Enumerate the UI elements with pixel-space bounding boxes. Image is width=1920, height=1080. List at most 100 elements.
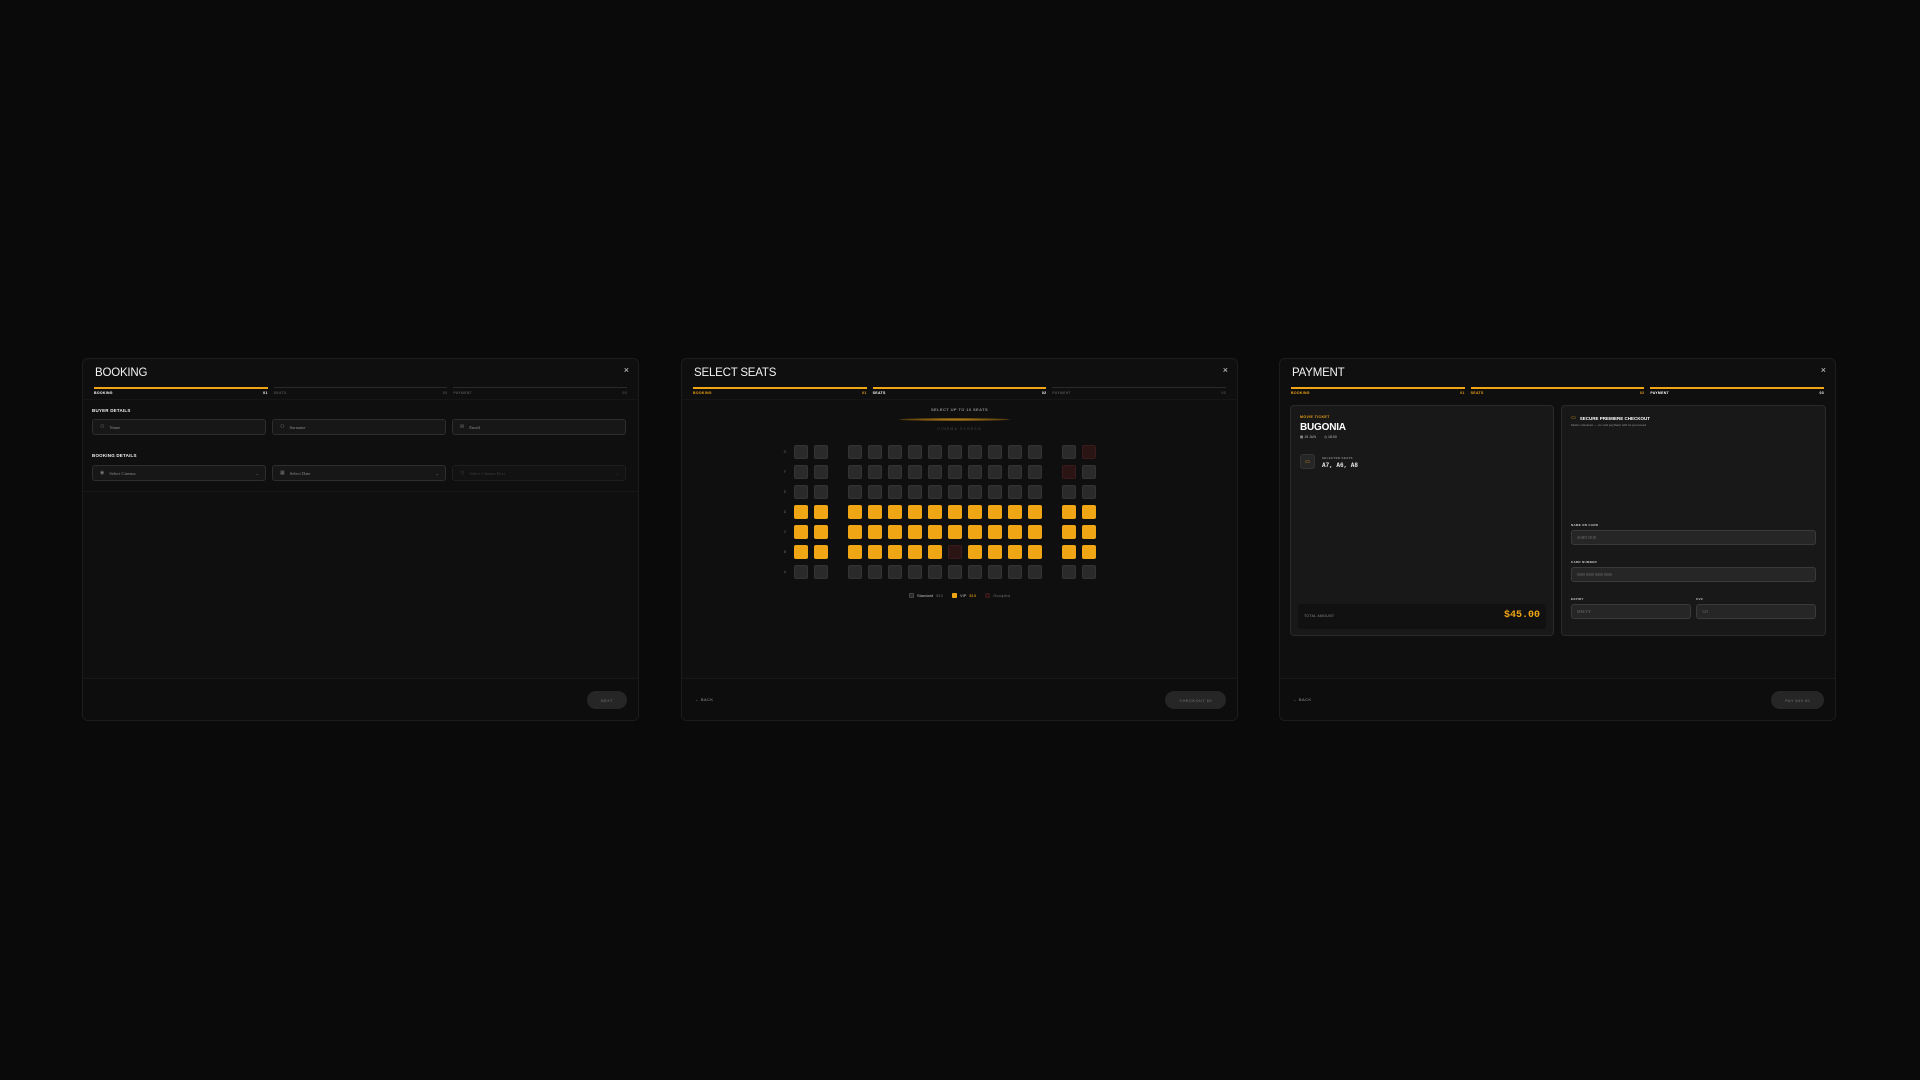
seat-vip[interactable] [1062,545,1076,559]
seat-vip[interactable] [1082,525,1096,539]
seat-standard[interactable] [848,485,862,499]
seat-standard[interactable] [794,485,808,499]
seat-vip[interactable] [968,505,982,519]
seat-standard[interactable] [1028,565,1042,579]
seat-standard[interactable] [848,465,862,479]
seat-standard[interactable] [1008,465,1022,479]
seat-standard[interactable] [1028,465,1042,479]
seat-standard[interactable] [888,445,902,459]
seat-standard[interactable] [1082,485,1096,499]
seat-vip[interactable] [868,545,882,559]
seat-vip[interactable] [928,525,942,539]
seat-standard[interactable] [988,485,1002,499]
seat-vip[interactable] [1028,525,1042,539]
cinema-select[interactable]: ◉ Select Cinema ⌄ [92,465,266,481]
seat-standard[interactable] [908,465,922,479]
seat-standard[interactable] [1028,485,1042,499]
seat-vip[interactable] [1082,545,1096,559]
seat-vip[interactable] [814,525,828,539]
seat-vip[interactable] [988,545,1002,559]
seat-standard[interactable] [1028,445,1042,459]
seat-vip[interactable] [988,505,1002,519]
seat-standard[interactable] [1062,565,1076,579]
seat-vip[interactable] [868,525,882,539]
seat-standard[interactable] [988,565,1002,579]
seat-standard[interactable] [988,465,1002,479]
seat-vip[interactable] [848,545,862,559]
seat-vip[interactable] [888,525,902,539]
seat-vip[interactable] [814,505,828,519]
next-button[interactable]: NEXT [586,691,627,709]
seat-vip[interactable] [928,505,942,519]
seat-vip[interactable] [1028,505,1042,519]
seat-vip[interactable] [948,505,962,519]
seat-standard[interactable] [1062,485,1076,499]
seat-standard[interactable] [908,565,922,579]
close-icon[interactable]: × [1223,366,1228,375]
seat-vip[interactable] [1008,545,1022,559]
seat-vip[interactable] [908,525,922,539]
date-select[interactable]: ▦ Select Date ⌄ [272,465,446,481]
seat-standard[interactable] [1082,565,1096,579]
seat-standard[interactable] [848,445,862,459]
expiry-input[interactable]: MM/YY [1571,604,1691,619]
seat-vip[interactable] [848,505,862,519]
seat-standard[interactable] [948,565,962,579]
seat-vip[interactable] [1028,545,1042,559]
seat-standard[interactable] [868,485,882,499]
seat-vip[interactable] [1008,525,1022,539]
seat-vip[interactable] [908,505,922,519]
seat-vip[interactable] [1008,505,1022,519]
seat-standard[interactable] [814,445,828,459]
seat-standard[interactable] [1008,485,1022,499]
seat-standard[interactable] [928,465,942,479]
seat-vip[interactable] [988,525,1002,539]
seat-standard[interactable] [968,445,982,459]
seat-standard[interactable] [1082,465,1096,479]
seat-standard[interactable] [908,485,922,499]
seat-standard[interactable] [928,565,942,579]
pay-button[interactable]: PAY $45.00 [1771,691,1824,709]
seat-vip[interactable] [928,545,942,559]
seat-standard[interactable] [988,445,1002,459]
seat-standard[interactable] [888,485,902,499]
close-icon[interactable]: × [1821,366,1826,375]
seat-vip[interactable] [848,525,862,539]
seat-standard[interactable] [794,465,808,479]
seat-standard[interactable] [888,465,902,479]
seat-standard[interactable] [794,445,808,459]
seat-vip[interactable] [1082,505,1096,519]
seat-standard[interactable] [908,445,922,459]
seat-standard[interactable] [868,445,882,459]
seat-standard[interactable] [868,565,882,579]
seat-standard[interactable] [928,445,942,459]
email-input[interactable]: ✉ Email [452,419,626,435]
seat-standard[interactable] [928,485,942,499]
seat-vip[interactable] [1062,505,1076,519]
seat-vip[interactable] [794,505,808,519]
seat-vip[interactable] [868,505,882,519]
seat-vip[interactable] [794,545,808,559]
seat-vip[interactable] [1062,525,1076,539]
surname-input[interactable]: ⚇ Surname [272,419,446,435]
seat-standard[interactable] [968,465,982,479]
seat-standard[interactable] [888,565,902,579]
seat-standard[interactable] [968,565,982,579]
seat-standard[interactable] [948,485,962,499]
card-number-input[interactable]: 0000 0000 0000 0000 [1571,567,1816,582]
seat-standard[interactable] [814,465,828,479]
seat-vip[interactable] [888,545,902,559]
seat-standard[interactable] [1062,445,1076,459]
back-button[interactable]: ← BACK [695,697,713,702]
seat-standard[interactable] [948,465,962,479]
seat-vip[interactable] [948,525,962,539]
seat-standard[interactable] [794,565,808,579]
seat-vip[interactable] [908,545,922,559]
seat-standard[interactable] [1008,565,1022,579]
seat-vip[interactable] [814,545,828,559]
seat-standard[interactable] [1008,445,1022,459]
seat-vip[interactable] [888,505,902,519]
seat-vip[interactable] [968,525,982,539]
seat-standard[interactable] [814,565,828,579]
seat-vip[interactable] [794,525,808,539]
